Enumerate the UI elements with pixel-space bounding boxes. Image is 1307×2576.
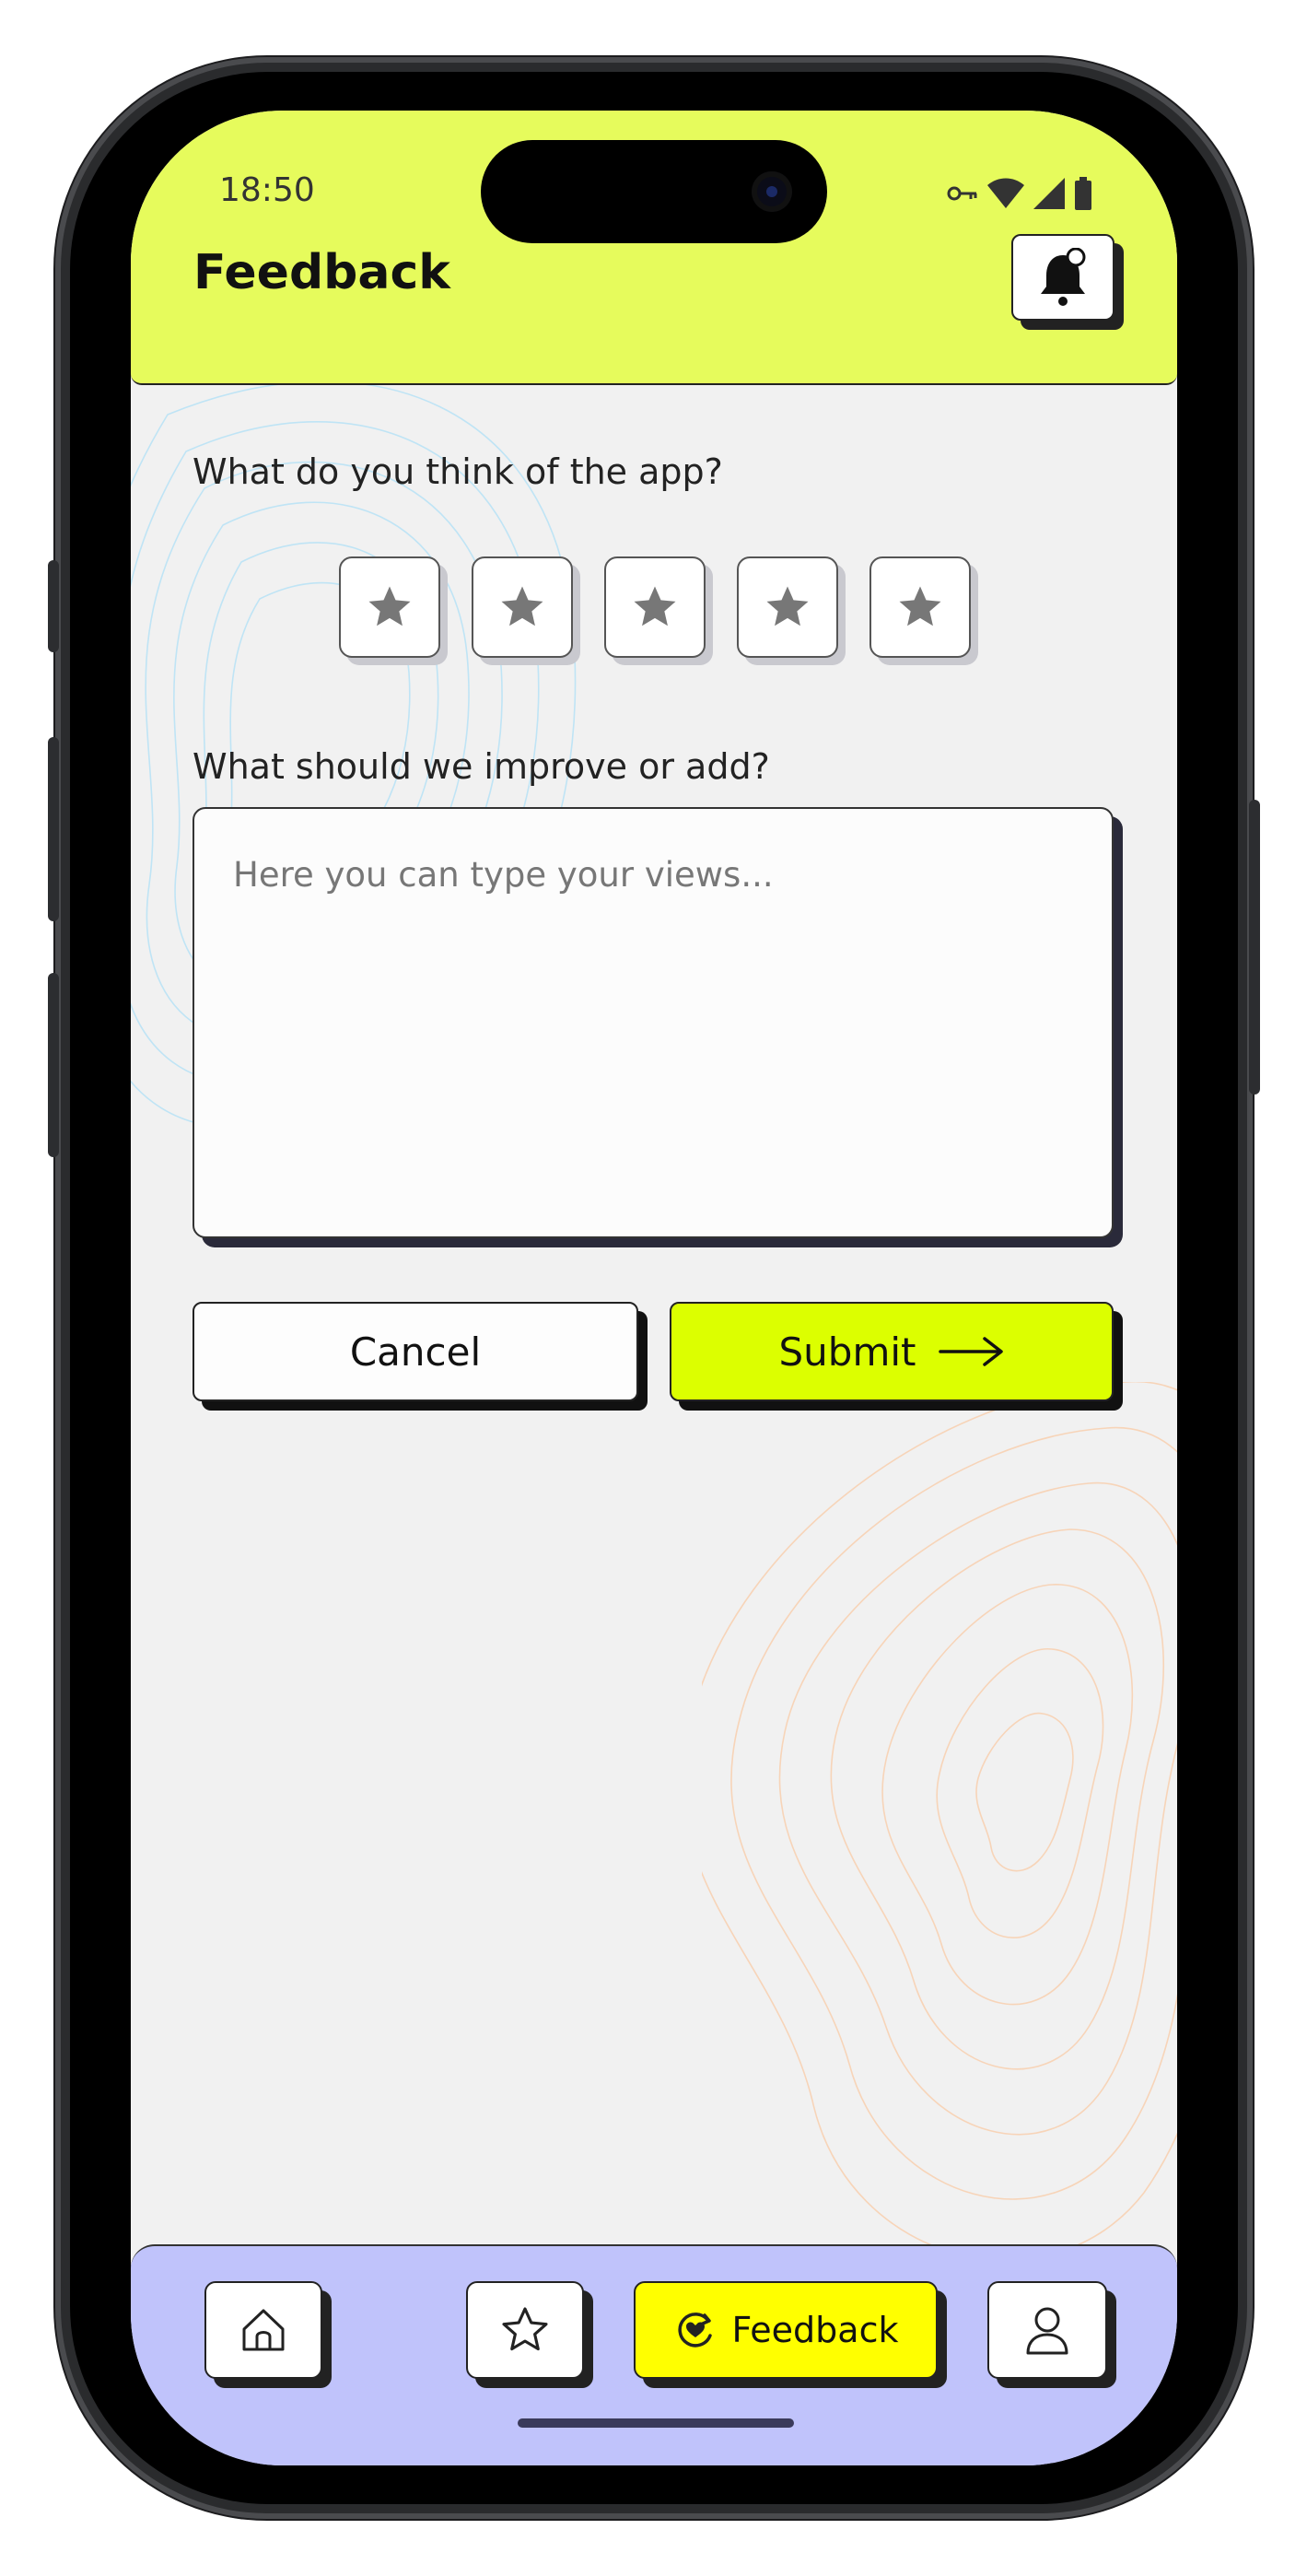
star-icon bbox=[899, 586, 941, 626]
status-icons bbox=[947, 177, 1092, 210]
nav-home-button[interactable] bbox=[204, 2281, 322, 2379]
app-header: 18:50 Feedback bbox=[131, 111, 1177, 385]
dynamic-island bbox=[481, 140, 827, 243]
submit-button[interactable]: Submit bbox=[670, 1302, 1114, 1401]
bottom-nav: Feedback bbox=[131, 2244, 1177, 2465]
wifi-icon bbox=[987, 178, 1024, 208]
home-indicator[interactable] bbox=[518, 2418, 794, 2428]
topo-pattern-orange bbox=[702, 1382, 1177, 2261]
action-button bbox=[48, 560, 59, 652]
nav-feedback-label: Feedback bbox=[731, 2310, 899, 2350]
power-button bbox=[1249, 800, 1260, 1095]
rating-question: What do you think of the app? bbox=[193, 451, 723, 492]
star-icon bbox=[766, 586, 809, 626]
cancel-button[interactable]: Cancel bbox=[193, 1302, 638, 1401]
feedback-textarea[interactable]: Here you can type your views... bbox=[193, 807, 1114, 1238]
arrow-right-icon bbox=[938, 1337, 1003, 1366]
front-camera bbox=[752, 171, 792, 212]
star-icon bbox=[501, 586, 543, 626]
nav-favorites-button[interactable] bbox=[466, 2281, 584, 2379]
home-icon bbox=[242, 2309, 285, 2351]
star-5-button[interactable] bbox=[869, 556, 971, 658]
star-icon bbox=[368, 586, 411, 626]
star-rating bbox=[339, 556, 971, 658]
status-time: 18:50 bbox=[219, 171, 315, 209]
battery-icon bbox=[1075, 177, 1091, 210]
star-3-button[interactable] bbox=[604, 556, 706, 658]
page-title: Feedback bbox=[193, 245, 450, 300]
submit-label: Submit bbox=[778, 1329, 916, 1375]
cancel-label: Cancel bbox=[349, 1329, 482, 1375]
nav-profile-button[interactable] bbox=[987, 2281, 1107, 2379]
volume-down-button bbox=[48, 973, 59, 1157]
signal-icon bbox=[1033, 178, 1065, 209]
notifications-button[interactable] bbox=[1011, 234, 1114, 321]
star-icon bbox=[634, 586, 676, 626]
improve-question: What should we improve or add? bbox=[193, 746, 770, 787]
star-1-button[interactable] bbox=[339, 556, 440, 658]
star-outline-icon bbox=[502, 2307, 548, 2351]
nav-feedback-button[interactable]: Feedback bbox=[634, 2281, 938, 2379]
volume-up-button bbox=[48, 737, 59, 921]
profile-icon bbox=[1026, 2307, 1068, 2355]
vpn-key-icon bbox=[947, 186, 977, 201]
textarea-placeholder: Here you can type your views... bbox=[233, 855, 774, 895]
app-screen: 18:50 Feedback What do you think of the … bbox=[131, 111, 1177, 2465]
feedback-icon bbox=[677, 2313, 712, 2348]
star-2-button[interactable] bbox=[472, 556, 573, 658]
bell-icon bbox=[1041, 248, 1086, 306]
star-4-button[interactable] bbox=[737, 556, 838, 658]
